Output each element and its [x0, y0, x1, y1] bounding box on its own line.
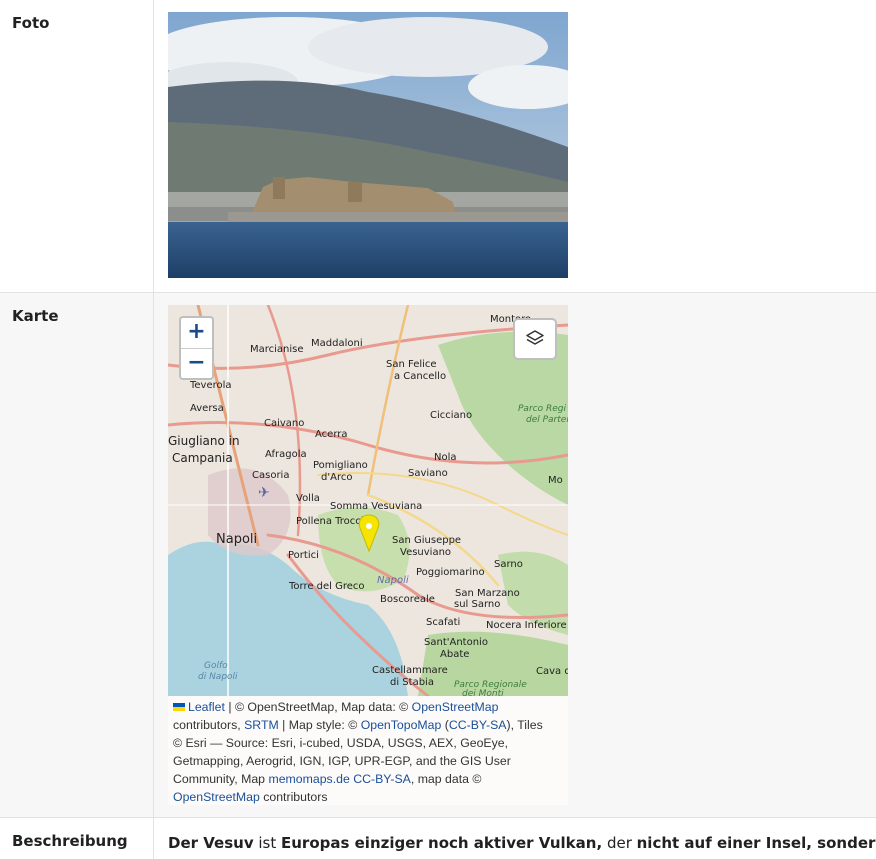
karte-row: Karte ✈ Marcianise Maddaloni San Felice … — [0, 293, 876, 818]
svg-text:Golfo: Golfo — [204, 661, 228, 671]
svg-text:Pomigliano: Pomigliano — [313, 460, 368, 471]
svg-text:d'Arco: d'Arco — [321, 472, 352, 483]
svg-text:Cava de': Cava de' — [536, 666, 568, 677]
svg-text:Poggiomarino: Poggiomarino — [416, 567, 485, 578]
svg-text:Abate: Abate — [440, 649, 469, 660]
osm-link[interactable]: OpenStreetMap — [412, 700, 499, 714]
svg-text:Volla: Volla — [296, 493, 320, 504]
svg-text:Casoria: Casoria — [252, 470, 289, 481]
svg-text:✈: ✈ — [258, 485, 270, 501]
map-tiles[interactable]: ✈ Marcianise Maddaloni San Felice a Canc… — [168, 305, 568, 696]
svg-text:dei Monti: dei Monti — [462, 689, 504, 696]
svg-text:San Felice: San Felice — [386, 359, 437, 370]
svg-text:San Marzano: San Marzano — [455, 588, 520, 599]
svg-text:Somma Vesuviana: Somma Vesuviana — [330, 501, 422, 512]
svg-text:Portici: Portici — [288, 550, 319, 561]
beschreibung-label: Beschreibung — [0, 818, 154, 859]
svg-text:Marcianise: Marcianise — [250, 344, 304, 355]
leaflet-link[interactable]: Leaflet — [188, 700, 225, 714]
svg-text:Cicciano: Cicciano — [430, 410, 472, 421]
zoom-out-button[interactable]: − — [181, 348, 212, 379]
foto-label: Foto — [0, 0, 154, 292]
svg-text:Afragola: Afragola — [265, 449, 307, 460]
osm-link-2[interactable]: OpenStreetMap — [173, 790, 260, 804]
svg-text:Torre del Greco: Torre del Greco — [288, 581, 365, 592]
memomaps-link[interactable]: memomaps.de — [268, 772, 349, 786]
layers-icon — [526, 330, 544, 345]
cc-by-sa-link[interactable]: CC-BY-SA — [449, 718, 507, 732]
svg-text:di Stabia: di Stabia — [390, 677, 434, 688]
svg-text:del Parten: del Parten — [526, 415, 568, 425]
svg-text:Aversa: Aversa — [190, 403, 224, 414]
svg-text:Maddaloni: Maddaloni — [311, 338, 363, 349]
map[interactable]: ✈ Marcianise Maddaloni San Felice a Canc… — [168, 305, 568, 805]
svg-text:sul Sarno: sul Sarno — [454, 599, 500, 610]
svg-text:Caivano: Caivano — [264, 418, 304, 429]
svg-text:San Giuseppe: San Giuseppe — [392, 535, 461, 546]
cc-by-sa-link-2[interactable]: CC-BY-SA — [353, 772, 411, 786]
karte-label: Karte — [0, 293, 154, 817]
layers-button[interactable] — [513, 318, 557, 360]
svg-text:di Napoli: di Napoli — [198, 672, 238, 682]
svg-text:Parco Regi: Parco Regi — [518, 404, 566, 414]
svg-text:Vesuviano: Vesuviano — [400, 547, 451, 558]
svg-text:Napoli: Napoli — [377, 575, 409, 586]
svg-text:Nola: Nola — [434, 452, 457, 463]
ukraine-flag-icon — [173, 703, 185, 711]
svg-text:Campania: Campania — [172, 451, 233, 465]
svg-text:Giugliano in: Giugliano in — [168, 434, 240, 448]
svg-text:a Cancello: a Cancello — [394, 371, 446, 382]
zoom-control: + − — [179, 316, 214, 380]
svg-text:Sant'Antonio: Sant'Antonio — [424, 637, 488, 648]
svg-text:Nocera Inferiore: Nocera Inferiore — [486, 620, 567, 631]
svg-text:Acerra: Acerra — [315, 429, 348, 440]
svg-text:Saviano: Saviano — [408, 468, 448, 479]
svg-text:Castellammare: Castellammare — [372, 665, 448, 676]
svg-text:Scafati: Scafati — [426, 617, 460, 628]
opentopomap-link[interactable]: OpenTopoMap — [361, 718, 442, 732]
beschreibung-row: Beschreibung Der Vesuv ist Europas einzi… — [0, 818, 876, 859]
description-text: Der Vesuv ist Europas einziger noch akti… — [168, 834, 876, 852]
vesuvius-photo[interactable] — [168, 12, 568, 278]
svg-text:Sarno: Sarno — [494, 559, 523, 570]
foto-row: Foto — [0, 0, 876, 293]
zoom-in-button[interactable]: + — [181, 318, 212, 348]
svg-text:Boscoreale: Boscoreale — [380, 594, 435, 605]
svg-text:Teverola: Teverola — [189, 380, 232, 391]
srtm-link[interactable]: SRTM — [244, 718, 279, 732]
svg-text:Napoli: Napoli — [216, 532, 257, 547]
map-attribution: Leaflet | © OpenStreetMap, Map data: © O… — [168, 696, 568, 805]
svg-text:Mo: Mo — [548, 475, 563, 486]
